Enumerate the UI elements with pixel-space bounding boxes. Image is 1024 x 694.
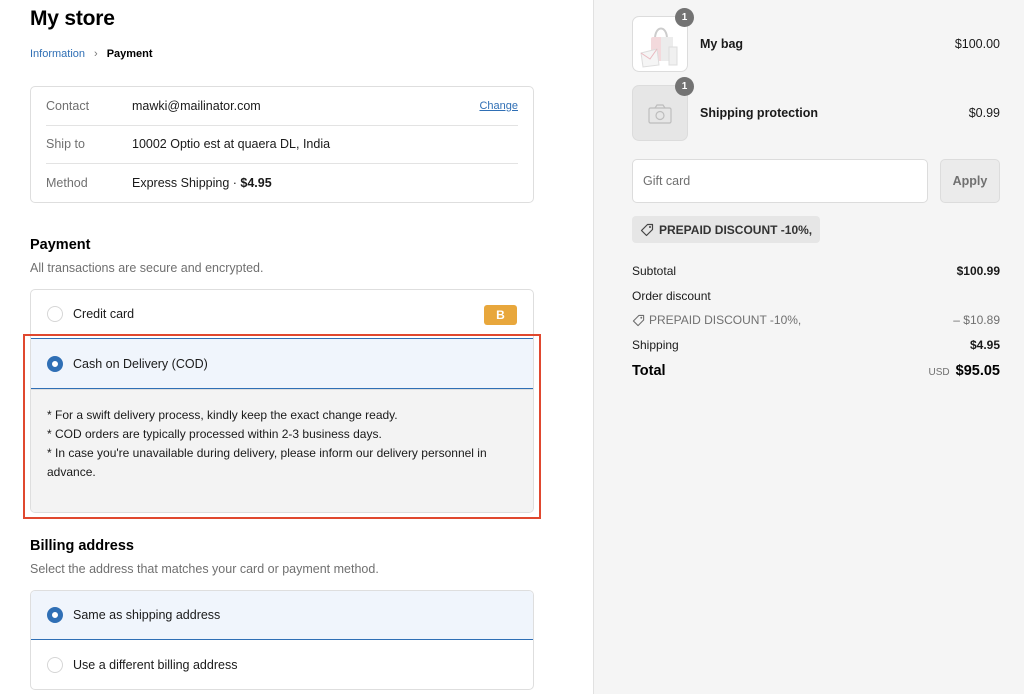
option-label: Use a different billing address <box>73 657 238 672</box>
payment-subtitle: All transactions are secure and encrypte… <box>30 261 264 275</box>
billing-title: Billing address <box>30 538 134 554</box>
cod-info-line: * COD orders are typically processed wit… <box>47 427 382 441</box>
method-name: Express Shipping · <box>132 176 241 191</box>
option-label: Same as shipping address <box>73 608 221 622</box>
cod-info-line: * For a swift delivery process, kindly k… <box>47 408 398 422</box>
item-price: $0.99 <box>968 106 1000 120</box>
radio-different-address[interactable] <box>47 656 63 673</box>
review-row-method: Method Express Shipping · $4.95 <box>46 164 518 203</box>
shipping-label: Shipping <box>632 338 679 352</box>
billing-option-same[interactable]: Same as shipping address <box>31 591 533 640</box>
billing-options: Same as shipping address Use a different… <box>30 590 534 690</box>
discount-code: PREPAID DISCOUNT -10%, <box>632 313 801 327</box>
order-discount-label: Order discount <box>632 289 711 303</box>
chevron-right-icon: › <box>94 48 98 60</box>
option-label: Cash on Delivery (COD) <box>73 356 208 371</box>
discount-tag: PREPAID DISCOUNT -10%, <box>632 216 821 243</box>
total-row: Total USD $95.05 <box>632 362 1000 380</box>
store-title: My store <box>30 7 115 30</box>
quantity-badge: 1 <box>675 77 694 96</box>
shipping-row: Shipping $4.95 <box>632 338 1000 352</box>
cart-item: 1 Shipping protection $0.99 <box>632 77 1000 141</box>
camera-placeholder-icon: 1 <box>632 77 694 141</box>
payment-title: Payment <box>30 237 91 253</box>
billing-subtitle: Select the address that matches your car… <box>30 562 379 576</box>
discount-code-row: PREPAID DISCOUNT -10%, – $10.89 <box>632 313 1000 327</box>
item-price: $100.00 <box>954 37 1000 51</box>
cod-info: * For a swift delivery process, kindly k… <box>31 389 533 512</box>
discount-tag-label: PREPAID DISCOUNT -10%, <box>659 222 813 237</box>
discount-code-label: PREPAID DISCOUNT -10%, <box>649 313 802 327</box>
payment-brand-badge: B <box>484 305 517 325</box>
review-label: Contact <box>46 98 90 113</box>
handbag-image: 1 <box>632 8 694 72</box>
item-name: Shipping protection <box>700 106 819 120</box>
breadcrumb-information[interactable]: Information <box>30 48 85 60</box>
option-label: Credit card <box>73 307 135 321</box>
method-price: $4.95 <box>240 176 272 191</box>
cod-info-line: * In case you're unavailable during deli… <box>47 446 487 479</box>
review-label: Method <box>46 176 88 191</box>
gift-card-input[interactable] <box>632 159 928 203</box>
radio-credit-card[interactable] <box>47 306 63 322</box>
total-amount: $95.05 <box>955 363 1000 379</box>
review-value: 10002 Optio est at quaera DL, India <box>132 137 331 152</box>
currency-code: USD <box>928 367 950 378</box>
item-name: My bag <box>700 37 744 51</box>
review-value: Express Shipping · $4.95 <box>132 176 518 190</box>
shipping-amount: $4.95 <box>969 338 1000 352</box>
radio-cod[interactable] <box>47 355 63 372</box>
radio-same-address[interactable] <box>47 607 63 623</box>
apply-button[interactable]: Apply <box>940 159 1000 203</box>
quantity-badge: 1 <box>675 8 694 27</box>
breadcrumb-payment: Payment <box>106 48 153 60</box>
order-discount-row: Order discount <box>632 289 1000 303</box>
breadcrumb: Information › Payment <box>30 48 153 60</box>
review-row-contact: Contact mawki@mailinator.com Change <box>46 87 518 126</box>
review-box: Contact mawki@mailinator.com Change Ship… <box>30 86 534 203</box>
subtotal-label: Subtotal <box>632 264 677 278</box>
review-row-ship-to: Ship to 10002 Optio est at quaera DL, In… <box>46 126 518 165</box>
payment-options: Credit card B Cash on Delivery (COD) * F… <box>30 289 534 513</box>
total-label: Total <box>632 363 666 379</box>
subtotal-row: Subtotal $100.99 <box>632 264 1000 278</box>
review-label: Ship to <box>46 137 85 152</box>
checkout-main: My store Information › Payment Contact m… <box>0 0 593 694</box>
payment-option-cod[interactable]: Cash on Delivery (COD) <box>31 338 533 389</box>
cart-item: 1 My bag $100.00 <box>632 8 1000 72</box>
discount-amount: – $10.89 <box>953 313 1000 327</box>
payment-option-credit-card[interactable]: Credit card B <box>31 290 533 338</box>
tag-icon <box>632 314 645 326</box>
review-value: mawki@mailinator.com <box>132 98 261 113</box>
change-contact-link[interactable]: Change <box>479 100 518 112</box>
billing-option-different[interactable]: Use a different billing address <box>31 640 533 689</box>
subtotal-amount: $100.99 <box>956 264 1000 278</box>
tag-icon <box>640 223 654 236</box>
